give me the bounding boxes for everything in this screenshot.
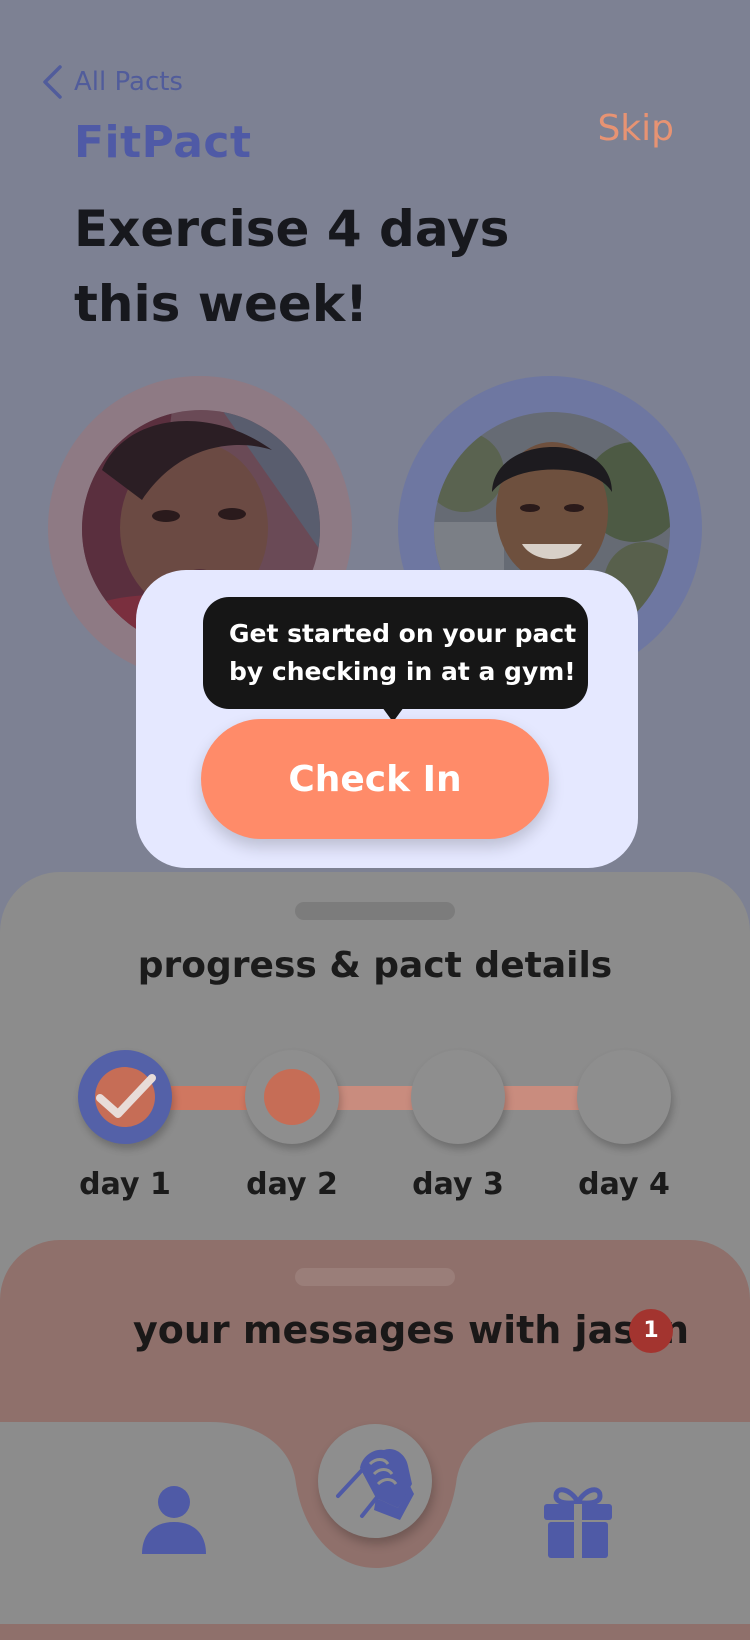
pact-goal-title: Exercise 4 days this week! [74,200,510,333]
checkin-tooltip: Get started on your pact by checking in … [203,597,588,709]
day-4-node[interactable] [577,1050,671,1144]
gift-icon [544,1487,612,1558]
progress-sheet-handle[interactable] [295,902,455,920]
handshake-icon [336,1448,414,1520]
day-3-node[interactable] [411,1050,505,1144]
app-name: FitPact [74,117,252,168]
back-link-label: All Pacts [74,67,183,97]
day-1-node[interactable] [78,1050,172,1144]
app-screen: All Pacts FitPact Skip Exercise 4 days t… [0,0,750,1640]
skip-button[interactable]: Skip [597,108,674,149]
nav-rewards-button[interactable] [542,1480,614,1560]
nav-pact-button[interactable] [318,1424,432,1538]
unread-badge: 1 [629,1309,673,1353]
day-2-fill [264,1069,320,1125]
nav-profile-button[interactable] [138,1484,210,1556]
progress-title: progress & pact details [137,945,613,986]
messages-sheet-handle[interactable] [295,1268,455,1286]
day-3-label: day 3 [412,1167,504,1202]
day-2-label: day 2 [246,1167,338,1202]
day-1-label: day 1 [79,1167,171,1202]
day-4-label: day 4 [578,1167,670,1202]
bottom-nav-bar [0,1422,750,1624]
progress-track [122,1086,622,1110]
check-in-button[interactable]: Check In [201,719,549,839]
messages-title: your messages with jason [133,1308,689,1352]
back-to-all-pacts-link[interactable]: All Pacts [40,60,183,104]
day-2-node[interactable] [245,1050,339,1144]
chevron-left-icon [43,65,62,99]
checkmark-icon [96,1074,156,1118]
person-icon [142,1486,206,1554]
